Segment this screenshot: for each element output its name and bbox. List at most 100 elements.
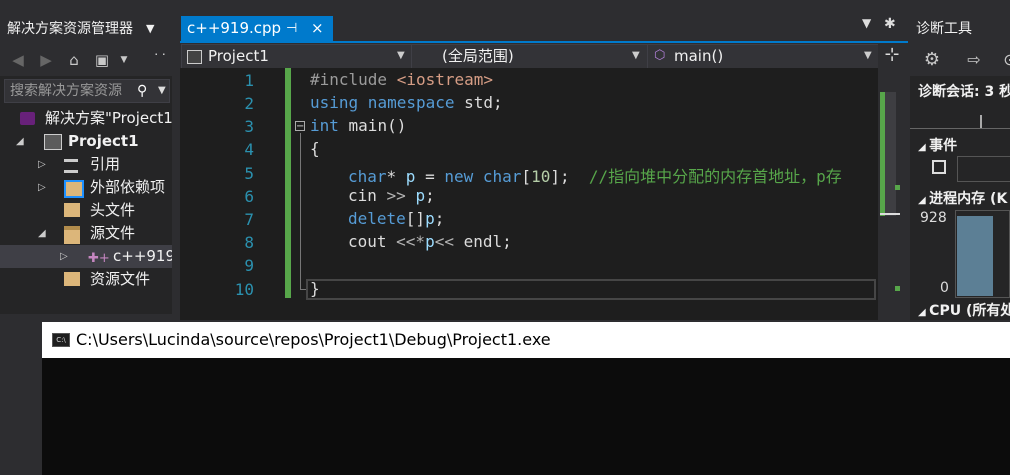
events-section[interactable]: ◢ 事件 [918,135,957,155]
section-label: CPU (所有处 [929,303,1010,319]
export-icon[interactable]: ⇨ [964,50,984,70]
home-icon[interactable]: ⌂ [64,50,84,70]
pin-icon[interactable]: ⊣ [286,16,297,41]
chevron-down-icon[interactable]: ▼ [114,50,134,70]
operator: * [386,167,406,186]
forward-icon[interactable]: ▶ [36,50,56,70]
tree-item-references[interactable]: ▷ 引用 [0,153,172,176]
chevron-down-icon[interactable]: ▼ [146,14,154,44]
keyword: using [310,93,359,112]
brace: { [310,139,320,158]
tree-item-resource-files[interactable]: 资源文件 [0,268,172,291]
collapsed-arrow-icon[interactable]: ▷ [60,245,68,268]
preprocessor-directive: #include [310,70,397,89]
collapse-toggle-icon[interactable]: − [295,121,305,132]
solution-explorer-title[interactable]: 解决方案资源管理器 ▼ [0,14,172,44]
tree-item-label: 外部依赖项 [90,178,166,196]
session-duration: 诊断会话: 3 秒 [918,84,1010,100]
tab-cpp-file[interactable]: c++919.cpp ⊣ × [181,16,333,41]
code-line-3: int main() [310,116,406,135]
operator: >> [376,186,416,205]
back-icon[interactable]: ◀ [8,50,28,70]
cpu-section[interactable]: ◢ CPU (所有处 [918,300,1010,320]
memory-usage-bar [957,216,993,296]
chevron-down-icon[interactable]: ▼ [862,16,871,30]
line-number: 2 [244,94,254,113]
tree-item-solution[interactable]: 解决方案"Project1 [0,107,172,130]
operator: << [434,232,464,251]
pause-icon[interactable] [932,160,946,174]
outline-guide [300,133,301,289]
dropdown-value: main() [674,47,724,65]
current-line-highlight [306,279,876,300]
keyword: delete [348,209,406,228]
timeline-tick [980,115,982,128]
cpp-file-icon: ✚+ [88,251,110,266]
line-number: 9 [244,256,254,275]
process-memory-section[interactable]: ◢ 进程内存 (K [918,188,1007,208]
expanded-arrow-icon[interactable]: ◢ [16,130,24,153]
cpp-project-icon [44,134,62,150]
tree-item-source-files[interactable]: ◢ 源文件 [0,222,172,245]
chevron-down-icon[interactable]: ▼ [158,80,166,102]
tree-item-header-files[interactable]: 头文件 [0,199,172,222]
collapsed-arrow-icon[interactable]: ▷ [38,176,46,199]
member-dropdown[interactable]: ⬡ main() ▼ [647,44,905,70]
tree-item-label: 引用 [90,155,121,173]
switch-views-icon[interactable]: ▣ [92,50,112,70]
line-number: 3 [244,117,254,136]
close-icon[interactable]: × [311,16,324,41]
tree-item-project[interactable]: ◢ Project1 [0,130,172,153]
keyword: new [444,167,474,186]
scope-dropdown[interactable]: (全局范围) ▼ [411,44,677,70]
line-number: 8 [244,233,254,252]
tree-item-label: 资源文件 [90,270,151,288]
identifier: endl [463,232,503,251]
code-line-4: { [310,139,320,158]
code-line-7: delete[]p; [348,209,444,228]
tree-item-external-deps[interactable]: ▷ 外部依赖项 [0,176,172,199]
gear-icon[interactable]: ✱ [884,16,896,32]
solution-search-input[interactable]: 搜索解决方案资源 ⚲ ▼ [4,79,170,103]
scrollbar-caret-marker [880,213,900,215]
console-title-bar[interactable]: C:\Users\Lucinda\source\repos\Project1\D… [42,322,1010,358]
solution-icon [20,112,35,125]
section-label: 事件 [929,138,958,154]
collapsed-arrow-icon[interactable]: ▷ [38,153,46,176]
chevron-down-icon: ▼ [397,50,405,61]
gear-icon[interactable]: ⚙ [922,50,942,70]
panel-title: 诊断工具 [916,21,972,37]
chevron-down-icon: ▼ [632,50,640,61]
toolbar-overflow-icon[interactable]: ˙˙ [150,50,170,70]
chevron-down-icon: ▼ [864,50,872,61]
memory-max-label: 928 [920,210,947,226]
operator: [] [405,209,426,228]
operator: ; [425,186,435,205]
diagnostic-toolbar: ⚙ ⇨ ⊙ [910,44,1010,76]
tree-item-cpp-file[interactable]: ▷ ✚+ c++919 [0,245,172,268]
operator: = [415,167,445,186]
tree-item-label: c++919 [113,247,172,265]
project-dropdown[interactable]: Project1 ▼ [181,44,437,70]
split-editor-icon[interactable]: ⊹ [878,44,906,68]
console-app-icon: C:\ [52,333,70,347]
scrollbar-change-marker [895,286,900,291]
dropdown-value: Project1 [208,47,269,65]
events-timeline [957,156,1010,182]
code-line-6: cin >> p; [348,186,435,205]
external-deps-icon [64,180,84,198]
change-tracking-bar [285,68,291,298]
operator: [ [521,167,532,186]
expanded-arrow-icon: ◢ [918,307,930,318]
zoom-icon[interactable]: ⊙ [1000,50,1010,70]
console-icon-text: C:\ [56,336,66,344]
identifier: p [415,186,426,205]
search-icon[interactable]: ⚲ [137,80,147,102]
expanded-arrow-icon[interactable]: ◢ [38,222,46,245]
folder-icon [64,203,80,217]
operator: ; [434,209,445,228]
keyword: char [473,167,522,186]
expanded-arrow-icon: ◢ [918,142,930,153]
code-line-8: cout <<*p<< endl; [348,232,512,251]
cpp-project-icon [187,50,202,64]
